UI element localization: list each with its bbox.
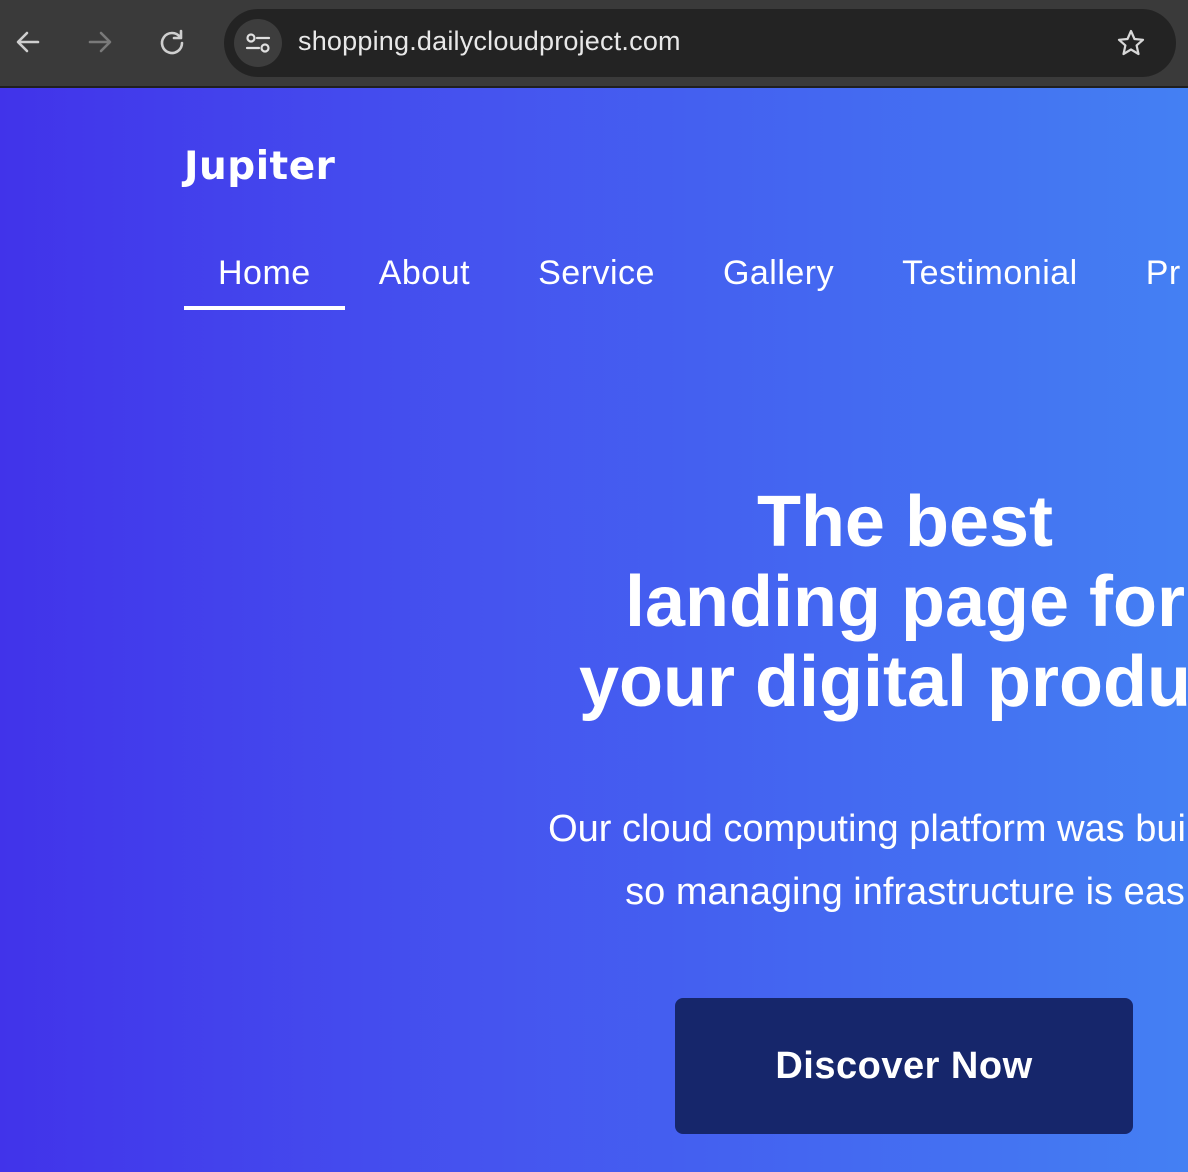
hero-title-line: your digital produc	[578, 642, 1188, 722]
nav-item-gallery[interactable]: Gallery	[689, 250, 868, 310]
nav-item-service[interactable]: Service	[504, 250, 689, 310]
address-bar[interactable]: shopping.dailycloudproject.com	[224, 9, 1176, 77]
nav-item-about[interactable]: About	[345, 250, 504, 310]
nav-item-partial[interactable]: Pr	[1112, 250, 1188, 310]
nav-item-testimonial[interactable]: Testimonial	[868, 250, 1112, 310]
brand-logo[interactable]: Jupiter	[184, 144, 335, 189]
landing-page: Jupiter Home About Service Gallery Testi…	[0, 88, 1188, 1172]
hero-subtitle-line: Our cloud computing platform was built w…	[548, 808, 1188, 850]
forward-arrow-icon[interactable]	[84, 26, 116, 58]
bookmark-star-icon[interactable]	[1116, 28, 1146, 58]
reload-icon[interactable]	[156, 26, 188, 58]
discover-now-button[interactable]: Discover Now	[675, 998, 1133, 1134]
nav-item-home[interactable]: Home	[184, 250, 345, 310]
hero-subtitle-line: so managing infrastructure is eas	[625, 871, 1185, 913]
hero-title: The best landing page for your digital p…	[380, 482, 1188, 722]
site-info-icon[interactable]	[234, 19, 282, 67]
hero-title-line: The best	[756, 482, 1054, 562]
hero-subtitle: Our cloud computing platform was built w…	[280, 798, 1188, 924]
browser-toolbar: shopping.dailycloudproject.com	[0, 0, 1188, 88]
back-arrow-icon[interactable]	[12, 26, 44, 58]
main-nav: Home About Service Gallery Testimonial P…	[184, 250, 1188, 310]
hero-title-line: landing page for	[624, 562, 1185, 642]
url-text[interactable]: shopping.dailycloudproject.com	[298, 26, 681, 57]
